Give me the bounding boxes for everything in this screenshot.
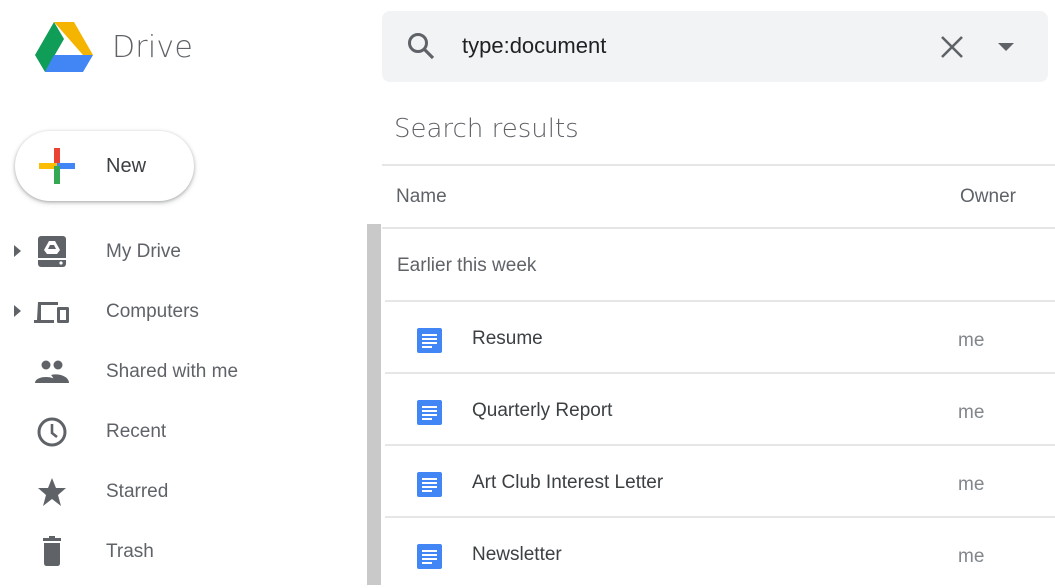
sidebar-item-shared-with-me[interactable]: Shared with me	[0, 346, 360, 396]
app-title: Drive	[112, 30, 193, 65]
expand-arrow-icon[interactable]	[14, 245, 21, 257]
search-input[interactable]	[462, 31, 902, 61]
sidebar-item-label: Computers	[106, 301, 199, 322]
search-bar[interactable]	[382, 11, 1048, 82]
sidebar-item-label: Shared with me	[106, 361, 239, 382]
trash-icon	[43, 536, 61, 566]
my-drive-icon	[38, 236, 66, 267]
file-name: Resume	[472, 328, 543, 349]
clock-icon	[37, 417, 67, 447]
plus-icon	[39, 148, 75, 184]
file-name: Art Club Interest Letter	[472, 472, 664, 493]
column-header-owner[interactable]: Owner	[960, 186, 1016, 208]
star-icon	[38, 478, 66, 506]
file-name: Quarterly Report	[472, 400, 613, 421]
sidebar-item-starred[interactable]: Starred	[0, 466, 360, 516]
search-icon[interactable]	[406, 31, 436, 61]
file-owner: me	[958, 474, 985, 495]
new-button[interactable]: New	[15, 131, 194, 201]
sidebar-item-label: Recent	[106, 421, 167, 442]
column-header-name[interactable]: Name	[396, 186, 447, 208]
sidebar-item-my-drive[interactable]: My Drive	[0, 226, 360, 276]
sidebar-item-label: Trash	[106, 541, 154, 562]
divider	[382, 164, 1055, 166]
caret-down-icon[interactable]	[998, 43, 1014, 51]
sidebar-item-label: My Drive	[106, 241, 181, 262]
sidebar-item-computers[interactable]: Computers	[0, 286, 360, 336]
shared-people-icon	[35, 360, 69, 383]
file-row[interactable]: Art Club Interest Letter me	[385, 446, 1055, 516]
google-doc-icon	[417, 472, 442, 497]
file-name: Newsletter	[472, 544, 562, 565]
file-row[interactable]: Quarterly Report me	[385, 374, 1055, 444]
computers-icon	[34, 302, 69, 323]
google-doc-icon	[417, 400, 442, 425]
drive-logo-icon[interactable]	[35, 22, 93, 72]
page-title: Search results	[394, 114, 579, 144]
sidebar-scrollbar[interactable]	[367, 224, 381, 585]
file-owner: me	[958, 546, 985, 567]
sidebar-item-recent[interactable]: Recent	[0, 406, 360, 456]
google-doc-icon	[417, 544, 442, 569]
new-button-label: New	[106, 155, 147, 177]
file-owner: me	[958, 402, 985, 423]
sidebar-item-trash[interactable]: Trash	[0, 526, 360, 576]
divider	[382, 227, 1055, 229]
file-row[interactable]: Newsletter me	[385, 518, 1055, 588]
sidebar-item-label: Starred	[106, 481, 169, 502]
file-row[interactable]: Resume me	[385, 302, 1055, 372]
google-doc-icon	[417, 328, 442, 353]
expand-arrow-icon[interactable]	[14, 305, 21, 317]
section-label: Earlier this week	[397, 255, 537, 276]
file-owner: me	[958, 330, 985, 351]
close-icon[interactable]	[940, 35, 964, 59]
